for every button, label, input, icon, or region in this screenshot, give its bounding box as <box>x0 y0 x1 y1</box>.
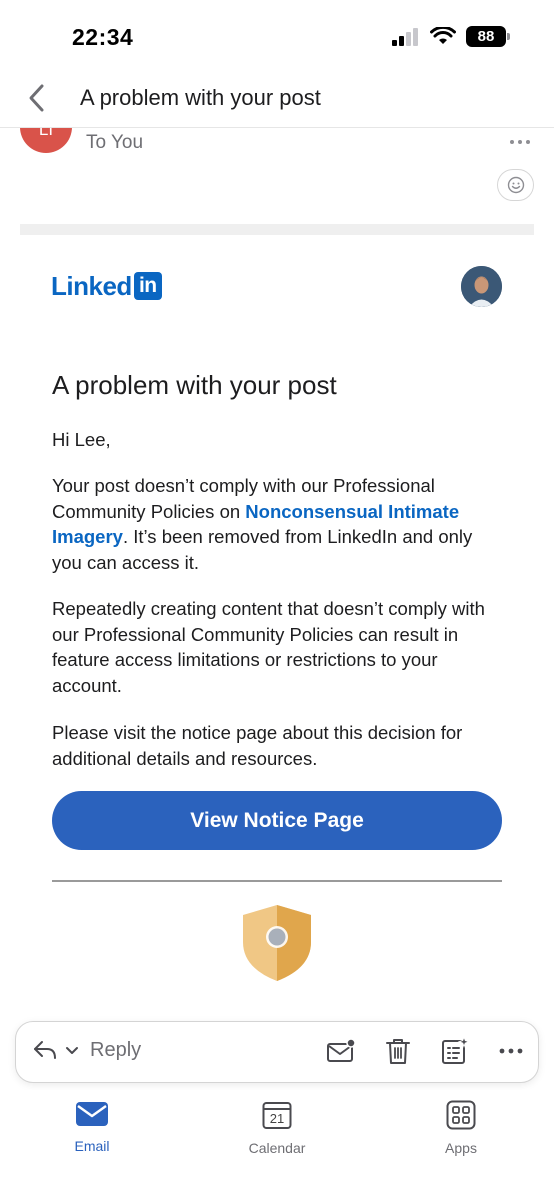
policy-paragraph: Your post doesn’t comply with our Profes… <box>52 473 502 575</box>
tab-apps[interactable]: Apps <box>411 1100 511 1156</box>
logo-in-box: in <box>133 272 162 300</box>
warning-paragraph: Repeatedly creating content that doesn’t… <box>52 598 485 696</box>
calendar-day: 21 <box>269 1111 285 1126</box>
ai-summary-icon[interactable] <box>440 1036 470 1066</box>
linkedin-logo[interactable]: Linked in <box>51 270 162 301</box>
email-top-band <box>20 224 534 235</box>
tab-calendar[interactable]: 21 Calendar <box>227 1100 327 1156</box>
tab-email[interactable]: Email <box>42 1100 142 1154</box>
cellular-signal-icon <box>392 27 418 46</box>
email-title: A problem with your post <box>52 370 337 400</box>
mark-unread-icon[interactable] <box>326 1036 356 1066</box>
back-chevron-icon[interactable] <box>22 80 56 116</box>
logo-wordmark: Linked <box>51 270 132 301</box>
more-options-icon[interactable] <box>506 132 534 152</box>
trash-icon[interactable] <box>383 1036 413 1066</box>
recipient-line: To You <box>86 132 144 153</box>
status-icons: 88 <box>392 26 510 47</box>
message-header: A problem with your post <box>0 70 554 128</box>
notice-paragraph: Please visit the notice page about this … <box>52 722 463 769</box>
view-notice-page-button[interactable]: View Notice Page <box>52 791 502 850</box>
header-title: A problem with your post <box>80 85 321 110</box>
status-bar: 22:34 88 <box>0 0 554 70</box>
message-action-bar: Reply <box>15 1021 539 1083</box>
add-reaction-button[interactable] <box>497 169 534 201</box>
apps-icon <box>446 1100 476 1130</box>
tab-email-label: Email <box>74 1138 110 1154</box>
shield-icon <box>243 905 311 981</box>
status-time: 22:34 <box>72 24 134 50</box>
battery-level: 88 <box>477 28 495 45</box>
mail-icon <box>76 1102 108 1126</box>
smiley-icon <box>507 176 524 194</box>
reply-label: Reply <box>90 1038 142 1061</box>
greeting: Hi Lee, <box>52 429 111 450</box>
content-divider <box>52 880 502 882</box>
tab-apps-label: Apps <box>445 1140 477 1156</box>
chevron-down-icon[interactable] <box>64 1038 80 1062</box>
wifi-icon <box>430 27 456 44</box>
profile-photo <box>461 266 502 307</box>
battery-icon: 88 <box>466 26 510 47</box>
more-actions-icon[interactable] <box>496 1036 526 1066</box>
bottom-tab-bar: Email 21 Calendar Apps <box>0 1090 554 1200</box>
reply-arrow-icon <box>34 1041 56 1059</box>
profile-avatar[interactable] <box>461 266 502 307</box>
tab-calendar-label: Calendar <box>248 1140 306 1156</box>
reply-button[interactable]: Reply <box>32 1038 141 1062</box>
calendar-icon: 21 <box>262 1100 292 1130</box>
